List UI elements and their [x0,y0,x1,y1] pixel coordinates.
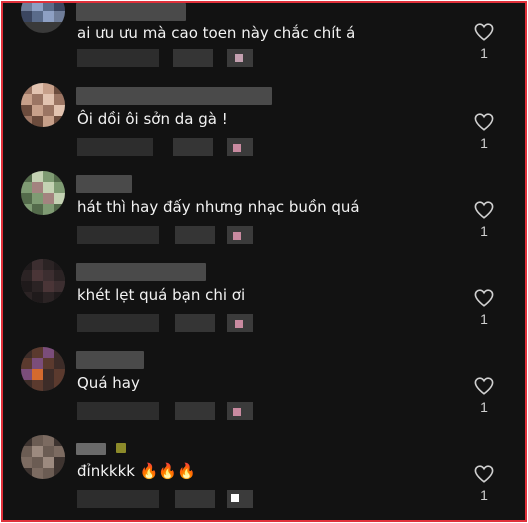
username-badge [116,443,126,453]
like-count: 1 [480,135,488,151]
username[interactable] [76,3,186,21]
reply-button[interactable] [227,490,253,508]
comment-text: ai ưu ưu mà cao toen này chắc chít á [77,24,356,42]
heart-outline-icon[interactable] [474,289,494,307]
username[interactable] [76,263,206,281]
heart-outline-icon[interactable] [474,201,494,219]
comment-item: đỉnkkkk 🔥🔥🔥 1 [3,435,525,520]
avatar[interactable] [21,347,65,391]
comment-text: hát thì hay đấy nhưng nhạc buồn quá [77,198,360,216]
like-count: 1 [480,311,488,327]
username[interactable] [76,351,144,369]
reply-button[interactable] [227,138,253,156]
reply-button[interactable] [227,402,253,420]
reply-button[interactable] [227,314,253,332]
heart-outline-icon[interactable] [474,377,494,395]
username[interactable] [76,443,106,455]
like-button[interactable]: 1 [469,465,499,503]
avatar[interactable] [21,259,65,303]
heart-outline-icon[interactable] [474,465,494,483]
like-button[interactable]: 1 [469,23,499,61]
reply-button[interactable] [227,226,253,244]
avatar[interactable] [21,83,65,127]
username[interactable] [76,175,132,193]
like-count: 1 [480,487,488,503]
comment-item: Quá hay 1 [3,347,525,435]
like-button[interactable]: 1 [469,201,499,239]
reply-button[interactable] [227,49,253,67]
like-count: 1 [480,399,488,415]
heart-outline-icon[interactable] [474,113,494,131]
comment-text: đỉnkkkk 🔥🔥🔥 [77,462,196,480]
like-button[interactable]: 1 [469,289,499,327]
like-button[interactable]: 1 [469,377,499,415]
comment-text: khét lẹt quá bạn chi ơi [77,286,246,304]
comment-item: khét lẹt quá bạn chi ơi 1 [3,259,525,347]
comment-text: Quá hay [77,374,140,392]
avatar[interactable] [21,435,65,479]
comment-item: ai ưu ưu mà cao toen này chắc chít á 1 [3,3,525,77]
like-count: 1 [480,223,488,239]
comment-item: Ôi dồi ôi sởn da gà ! 1 [3,83,525,171]
comment-item: hát thì hay đấy nhưng nhạc buồn quá 1 [3,171,525,259]
heart-outline-icon[interactable] [474,23,494,41]
like-count: 1 [480,45,488,61]
like-button[interactable]: 1 [469,113,499,151]
avatar[interactable] [21,171,65,215]
avatar[interactable] [21,3,65,33]
username[interactable] [76,87,272,105]
comment-text: Ôi dồi ôi sởn da gà ! [77,110,228,128]
comment-list: ai ưu ưu mà cao toen này chắc chít á 1 Ô… [1,1,527,522]
